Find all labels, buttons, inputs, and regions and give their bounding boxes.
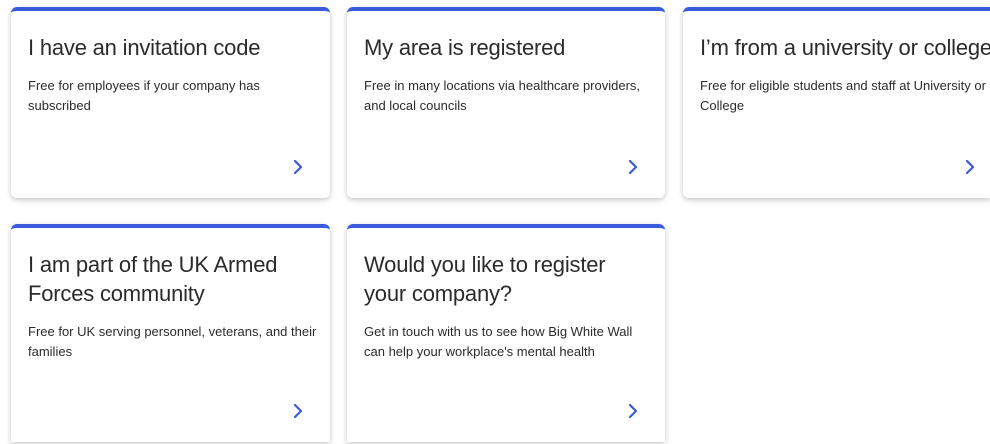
invitation-code-card[interactable]: I have an invitation code Free for emplo…	[11, 7, 330, 198]
register-company-card[interactable]: Would you like to register your company?…	[347, 224, 665, 442]
card-description: Free for employees if your company has s…	[28, 78, 260, 113]
card-title: My area is registered	[364, 35, 566, 60]
card-description: Get in touch with us to see how Big Whit…	[364, 324, 633, 359]
card-title: I have an invitation code	[28, 35, 261, 60]
chevron-right-icon[interactable]	[290, 402, 306, 420]
armed-forces-card[interactable]: I am part of the UK Armed Forces communi…	[11, 224, 330, 442]
chevron-right-icon[interactable]	[625, 402, 641, 420]
card-title: I am part of the UK Armed Forces communi…	[28, 252, 278, 306]
card-description: Free in many locations via healthcare pr…	[364, 78, 641, 113]
card-title: I’m from a university or college	[700, 35, 990, 60]
chevron-right-icon[interactable]	[290, 158, 306, 176]
card-description: Free for UK serving personnel, veterans,…	[28, 324, 317, 359]
card-title: Would you like to register your company?	[364, 252, 606, 306]
area-registered-card[interactable]: My area is registered Free in many locat…	[347, 7, 665, 198]
university-college-card[interactable]: I’m from a university or college Free fo…	[683, 7, 990, 198]
chevron-right-icon[interactable]	[625, 158, 641, 176]
card-description: Free for eligible students and staff at …	[700, 78, 986, 113]
chevron-right-icon[interactable]	[962, 158, 978, 176]
